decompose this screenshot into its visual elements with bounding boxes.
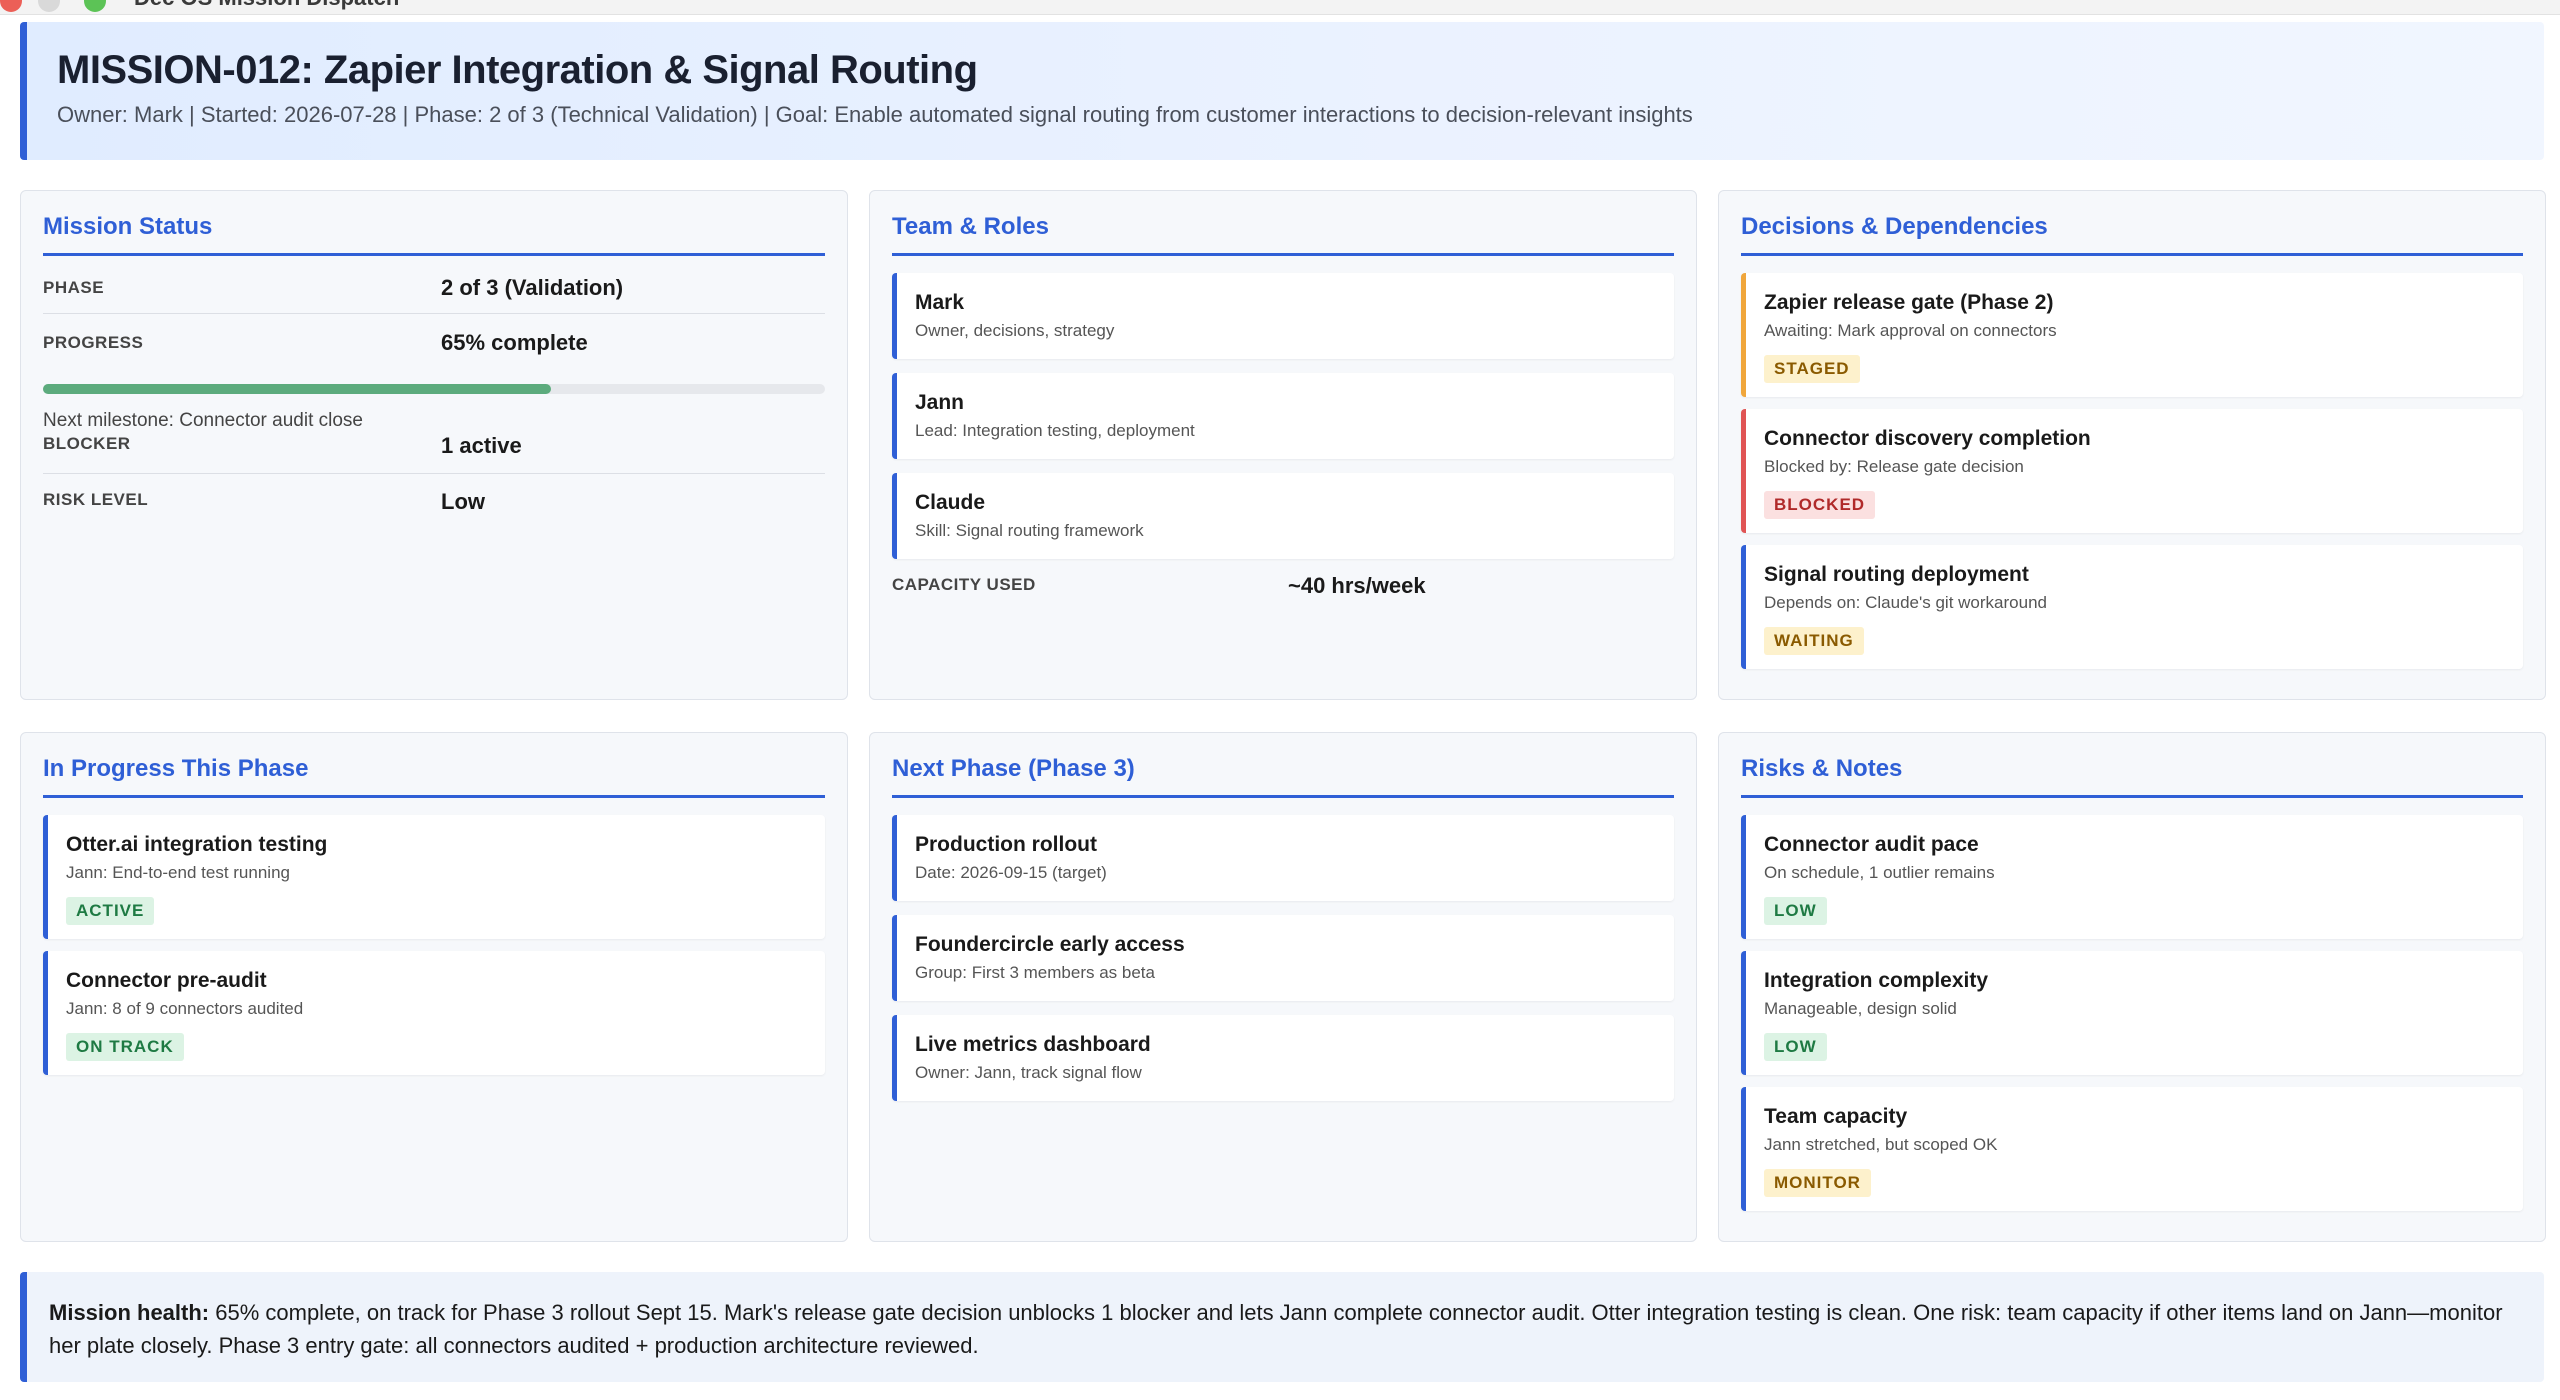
status-badge: BLOCKED (1764, 491, 1876, 519)
member-role: Owner, decisions, strategy (915, 321, 1115, 340)
close-window-icon[interactable] (0, 0, 22, 12)
decision-detail: Awaiting: Mark approval on connectors (1764, 321, 2057, 340)
next-phase-detail: Owner: Jann, track signal flow (915, 1063, 1142, 1082)
mission-health-summary: Mission health: 65% complete, on track f… (20, 1272, 2544, 1382)
capacity-label: CAPACITY USED (892, 575, 1036, 594)
next-phase-card[interactable]: Production rollout Date: 2026-09-15 (tar… (892, 815, 1674, 901)
task-card[interactable]: Otter.ai integration testing Jann: End-t… (43, 815, 825, 939)
mission-title: MISSION-012: Zapier Integration & Signal… (57, 48, 978, 92)
decision-detail: Blocked by: Release gate decision (1764, 457, 2024, 476)
status-badge: LOW (1764, 897, 1827, 925)
summary-text: 65% complete, on track for Phase 3 rollo… (49, 1300, 2503, 1358)
risk-title: Team capacity (1764, 1105, 1908, 1128)
decision-title: Connector discovery completion (1764, 427, 2091, 450)
risk-card[interactable]: Team capacity Jann stretched, but scoped… (1741, 1087, 2523, 1211)
divider (43, 313, 825, 314)
window-titlebar: Dec OS Mission Dispatch (0, 0, 2560, 15)
decisions-dependencies-panel: Decisions & Dependencies Zapier release … (1718, 190, 2546, 700)
minimize-window-icon[interactable] (38, 0, 60, 12)
decision-title: Signal routing deployment (1764, 563, 2029, 586)
mission-header: MISSION-012: Zapier Integration & Signal… (20, 22, 2544, 160)
decision-card[interactable]: Signal routing deployment Depends on: Cl… (1741, 545, 2523, 669)
panel-title: In Progress This Phase (43, 755, 825, 798)
risk-title: Integration complexity (1764, 969, 1989, 992)
team-member-card[interactable]: Mark Owner, decisions, strategy (892, 273, 1674, 359)
team-member-card[interactable]: Claude Skill: Signal routing framework (892, 473, 1674, 559)
phase-value: 2 of 3 (Validation) (441, 275, 624, 300)
risk-detail: Jann stretched, but scoped OK (1764, 1135, 1998, 1154)
decision-card[interactable]: Zapier release gate (Phase 2) Awaiting: … (1741, 273, 2523, 397)
risk-card[interactable]: Connector audit pace On schedule, 1 outl… (1741, 815, 2523, 939)
member-name: Jann (915, 391, 965, 414)
member-role: Lead: Integration testing, deployment (915, 421, 1195, 440)
panel-title: Risks & Notes (1741, 755, 2523, 798)
panel-title: Team & Roles (892, 213, 1674, 256)
next-phase-card[interactable]: Live metrics dashboard Owner: Jann, trac… (892, 1015, 1674, 1101)
task-card[interactable]: Connector pre-audit Jann: 8 of 9 connect… (43, 951, 825, 1075)
team-member-card[interactable]: Jann Lead: Integration testing, deployme… (892, 373, 1674, 459)
progress-label: PROGRESS (43, 333, 144, 352)
capacity-value: ~40 hrs/week (1288, 573, 1426, 598)
risk-card[interactable]: Integration complexity Manageable, desig… (1741, 951, 2523, 1075)
blocker-label: BLOCKER (43, 434, 131, 453)
risk-detail: On schedule, 1 outlier remains (1764, 863, 1995, 882)
progress-value: 65% complete (441, 330, 588, 355)
next-phase-title: Production rollout (915, 833, 1097, 856)
member-role: Skill: Signal routing framework (915, 521, 1144, 540)
next-phase-detail: Group: First 3 members as beta (915, 963, 1155, 982)
decision-card[interactable]: Connector discovery completion Blocked b… (1741, 409, 2523, 533)
in-progress-panel: In Progress This Phase Otter.ai integrat… (20, 732, 848, 1242)
status-badge: MONITOR (1764, 1169, 1871, 1197)
next-phase-detail: Date: 2026-09-15 (target) (915, 863, 1107, 882)
risks-notes-panel: Risks & Notes Connector audit pace On sc… (1718, 732, 2546, 1242)
task-title: Connector pre-audit (66, 969, 267, 992)
mission-meta: Owner: Mark | Started: 2026-07-28 | Phas… (57, 102, 1693, 127)
risk-level-label: RISK LEVEL (43, 490, 149, 509)
progress-bar-fill (43, 384, 552, 394)
summary-label: Mission health: (49, 1300, 210, 1325)
status-badge: ON TRACK (66, 1033, 184, 1061)
next-phase-panel: Next Phase (Phase 3) Production rollout … (869, 732, 1697, 1242)
member-name: Mark (915, 291, 965, 314)
status-badge: WAITING (1764, 627, 1864, 655)
next-phase-card[interactable]: Foundercircle early access Group: First … (892, 915, 1674, 1001)
status-badge: ACTIVE (66, 897, 155, 925)
member-name: Claude (915, 491, 986, 514)
team-roles-panel: Team & Roles Mark Owner, decisions, stra… (869, 190, 1697, 700)
risk-title: Connector audit pace (1764, 833, 1979, 856)
panel-title: Mission Status (43, 213, 825, 256)
risk-level-value: Low (441, 489, 485, 514)
decision-title: Zapier release gate (Phase 2) (1764, 291, 2054, 314)
task-title: Otter.ai integration testing (66, 833, 328, 856)
risk-detail: Manageable, design solid (1764, 999, 1957, 1018)
panel-title: Decisions & Dependencies (1741, 213, 2523, 256)
next-milestone: Next milestone: Connector audit close (43, 410, 363, 431)
status-badge: STAGED (1764, 355, 1860, 383)
mission-status-panel: Mission Status PHASE 2 of 3 (Validation)… (20, 190, 848, 700)
progress-bar (43, 384, 825, 394)
phase-label: PHASE (43, 278, 105, 297)
blocker-value: 1 active (441, 433, 522, 458)
next-phase-title: Foundercircle early access (915, 933, 1185, 956)
maximize-window-icon[interactable] (84, 0, 106, 12)
status-badge: LOW (1764, 1033, 1827, 1061)
task-detail: Jann: End-to-end test running (66, 863, 290, 882)
decision-detail: Depends on: Claude's git workaround (1764, 593, 2047, 612)
panel-title: Next Phase (Phase 3) (892, 755, 1674, 798)
window-title: Dec OS Mission Dispatch (134, 0, 399, 11)
task-detail: Jann: 8 of 9 connectors audited (66, 999, 304, 1018)
next-phase-title: Live metrics dashboard (915, 1033, 1151, 1056)
divider (43, 473, 825, 474)
